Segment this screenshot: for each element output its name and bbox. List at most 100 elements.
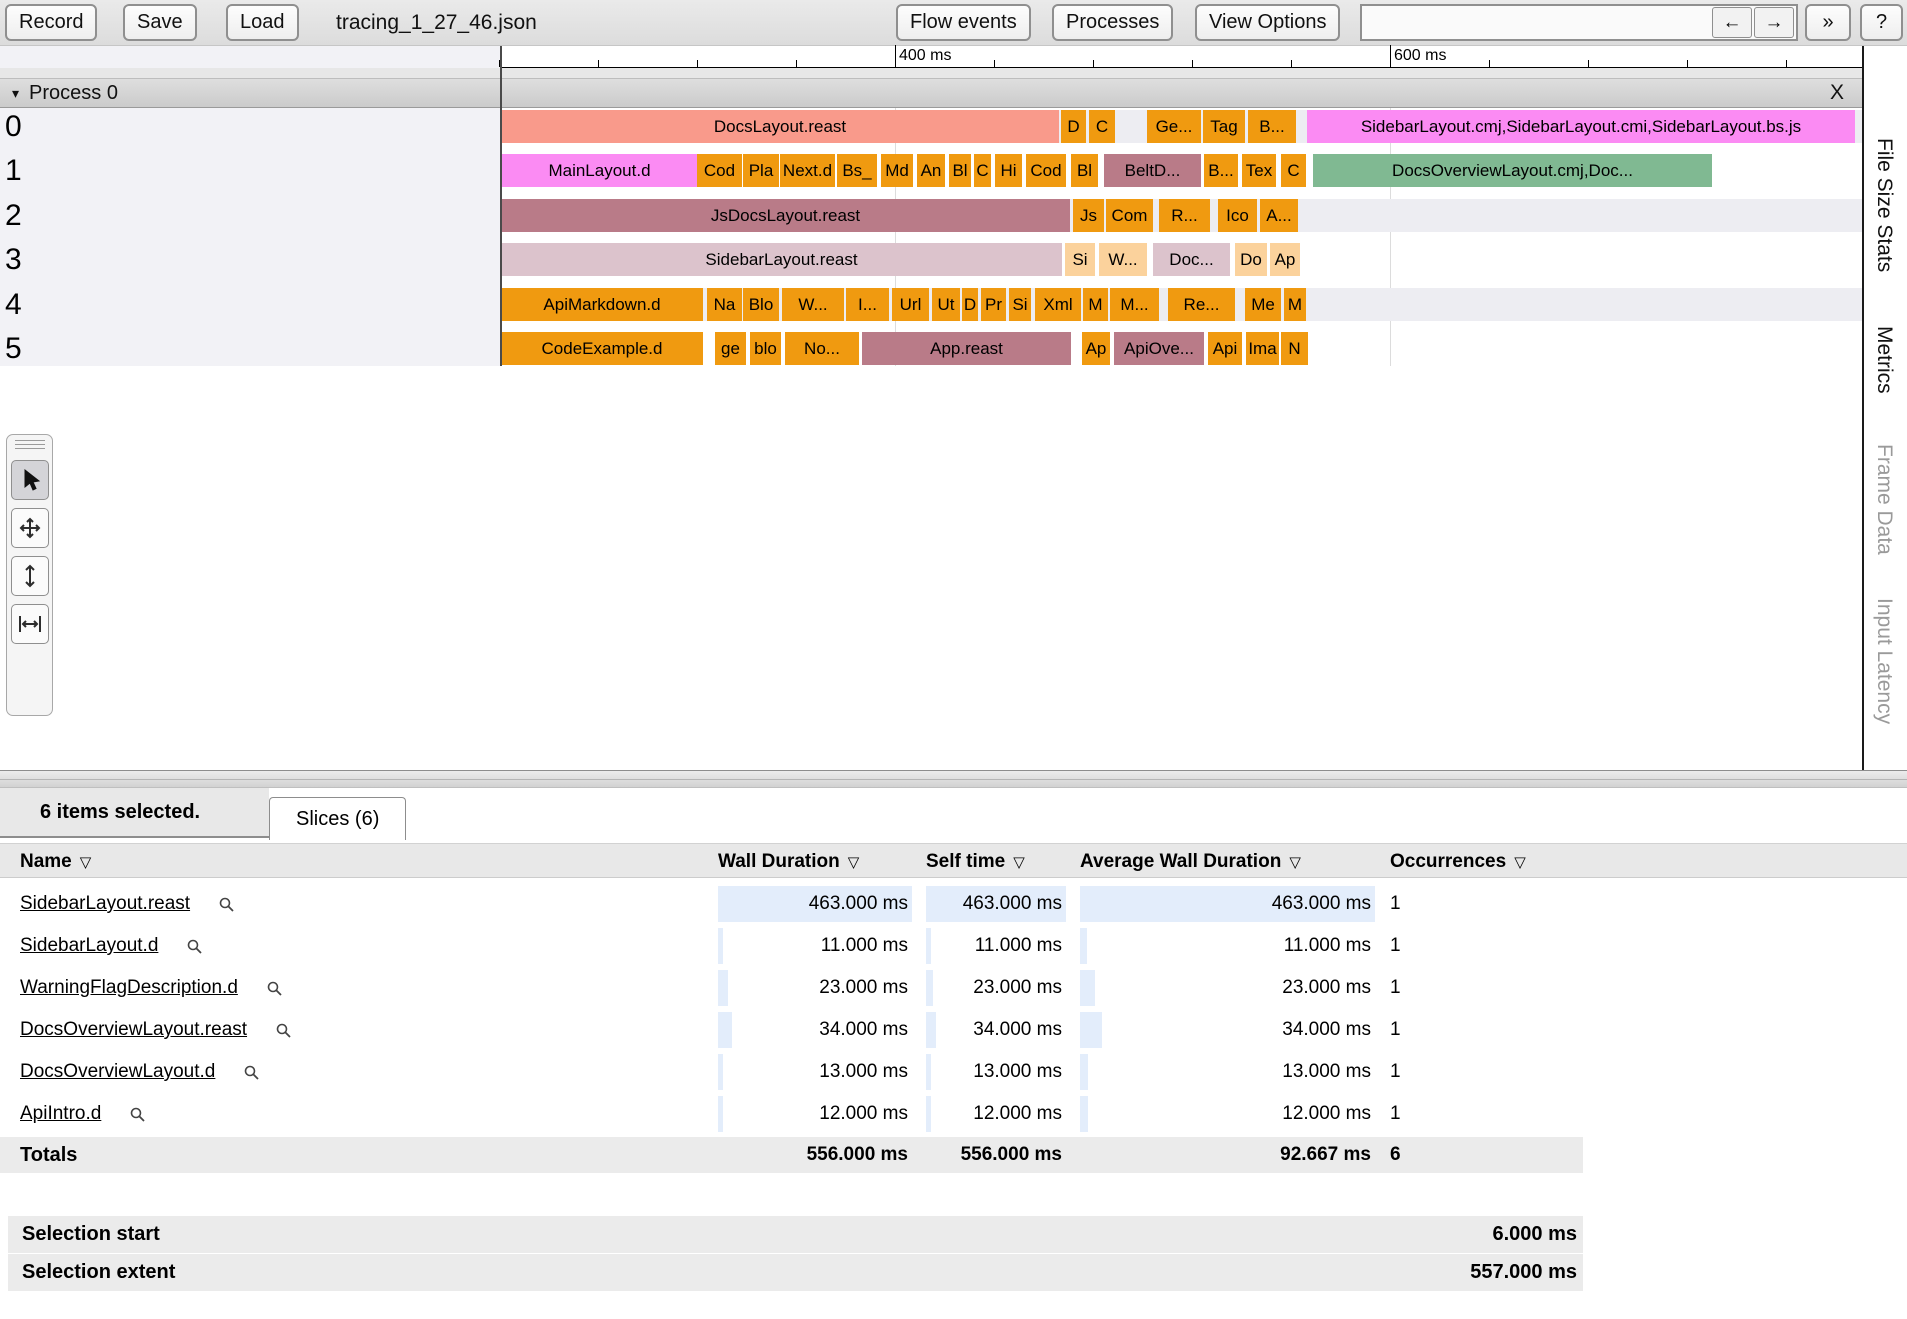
- trace-slice[interactable]: B...: [1204, 154, 1238, 187]
- column-header-self-time[interactable]: Self time▽: [926, 844, 1025, 879]
- trace-slice[interactable]: Md: [881, 154, 913, 187]
- trace-slice[interactable]: MainLayout.d: [502, 154, 697, 187]
- sidebar-tab-metrics[interactable]: Metrics: [1872, 326, 1896, 394]
- save-button[interactable]: Save: [123, 4, 197, 41]
- timing-tool-button[interactable]: [11, 604, 49, 644]
- trace-slice[interactable]: Bl: [949, 154, 971, 187]
- column-header-occurrences[interactable]: Occurrences▽: [1390, 844, 1526, 879]
- trace-slice[interactable]: blo: [750, 332, 781, 365]
- trace-slice[interactable]: W...: [1099, 243, 1147, 276]
- trace-slice[interactable]: Ge...: [1147, 110, 1201, 143]
- trace-slice[interactable]: Ap: [1270, 243, 1300, 276]
- sort-triangle-icon[interactable]: ▽: [1013, 854, 1025, 871]
- find-previous-button[interactable]: ←: [1712, 7, 1752, 38]
- trace-slice[interactable]: CodeExample.d: [501, 332, 703, 365]
- trace-slice[interactable]: Js: [1073, 199, 1104, 232]
- trace-slice[interactable]: Ima: [1246, 332, 1279, 365]
- trace-slice[interactable]: Tex: [1242, 154, 1276, 187]
- trace-slice[interactable]: Bl: [1071, 154, 1098, 187]
- trace-slice[interactable]: Api: [1208, 332, 1242, 365]
- trace-slice[interactable]: Tag: [1203, 110, 1245, 143]
- trace-slice[interactable]: Next.d: [780, 154, 835, 187]
- trace-slice[interactable]: Pr: [981, 288, 1006, 321]
- trace-slice[interactable]: I...: [846, 288, 889, 321]
- trace-slice[interactable]: App.reast: [862, 332, 1071, 365]
- trace-slice[interactable]: R...: [1159, 199, 1210, 232]
- find-slice-button[interactable]: [186, 938, 203, 955]
- record-button[interactable]: Record: [5, 4, 97, 41]
- trace-slice[interactable]: M: [1284, 288, 1306, 321]
- sort-triangle-icon[interactable]: ▽: [1289, 854, 1301, 871]
- slice-name-link[interactable]: SidebarLayout.reast: [20, 893, 190, 915]
- trace-slice[interactable]: Cod: [697, 154, 742, 187]
- tab-slices[interactable]: Slices (6): [269, 797, 406, 840]
- trace-slice[interactable]: C: [1089, 110, 1115, 143]
- trace-slice[interactable]: C: [1281, 154, 1306, 187]
- slice-name-link[interactable]: DocsOverviewLayout.d: [20, 1061, 215, 1083]
- overflow-menu-button[interactable]: »: [1805, 4, 1851, 41]
- sort-triangle-icon[interactable]: ▽: [1514, 854, 1526, 871]
- trace-slice[interactable]: Si: [1009, 288, 1031, 321]
- trace-slice[interactable]: Doc...: [1153, 243, 1230, 276]
- trace-slice[interactable]: Re...: [1168, 288, 1235, 321]
- zoom-tool-button[interactable]: [11, 556, 49, 596]
- trace-slice[interactable]: W...: [782, 288, 844, 321]
- find-slice-button[interactable]: [129, 1106, 146, 1123]
- trace-slice[interactable]: BeltD...: [1104, 154, 1201, 187]
- find-slice-button[interactable]: [218, 896, 235, 913]
- trace-slice[interactable]: No...: [785, 332, 859, 365]
- palette-grip-icon[interactable]: [15, 440, 45, 452]
- sidebar-tab-input-latency[interactable]: Input Latency: [1872, 598, 1896, 724]
- flow-events-button[interactable]: Flow events: [896, 4, 1031, 41]
- trace-slice[interactable]: Si: [1065, 243, 1095, 276]
- trace-slice[interactable]: D: [962, 288, 978, 321]
- trace-slice[interactable]: Bs_: [837, 154, 877, 187]
- trace-slice[interactable]: C: [974, 154, 991, 187]
- slice-name-link[interactable]: SidebarLayout.d: [20, 935, 158, 957]
- column-header-average-wall-duration[interactable]: Average Wall Duration▽: [1080, 844, 1301, 879]
- processes-button[interactable]: Processes: [1052, 4, 1173, 41]
- tool-palette[interactable]: [6, 434, 53, 716]
- find-next-button[interactable]: →: [1754, 7, 1794, 38]
- trace-slice[interactable]: JsDocsLayout.reast: [501, 199, 1070, 232]
- trace-slice[interactable]: Xml: [1035, 288, 1081, 321]
- trace-slice[interactable]: Pla: [743, 154, 779, 187]
- collapse-triangle-icon[interactable]: ▾: [12, 85, 19, 102]
- selection-tool-button[interactable]: [11, 460, 49, 500]
- trace-slice[interactable]: ApiOve...: [1114, 332, 1204, 365]
- trace-slice[interactable]: D: [1061, 110, 1086, 143]
- trace-slice[interactable]: Com: [1106, 199, 1153, 232]
- find-slice-button[interactable]: [275, 1022, 292, 1039]
- trace-slice[interactable]: DocsOverviewLayout.cmj,Doc...: [1313, 154, 1712, 187]
- trace-slice[interactable]: SidebarLayout.cmj,SidebarLayout.cmi,Side…: [1307, 110, 1855, 143]
- trace-slice[interactable]: Do: [1235, 243, 1267, 276]
- column-header-name[interactable]: Name▽: [20, 844, 91, 879]
- trace-slice[interactable]: Ut: [932, 288, 960, 321]
- trace-slice[interactable]: M...: [1110, 288, 1159, 321]
- trace-slice[interactable]: ApiMarkdown.d: [501, 288, 703, 321]
- slice-name-link[interactable]: ApiIntro.d: [20, 1103, 101, 1125]
- view-options-button[interactable]: View Options: [1195, 4, 1340, 41]
- trace-slice[interactable]: Ico: [1218, 199, 1257, 232]
- trace-slice[interactable]: B...: [1248, 110, 1296, 143]
- trace-slice[interactable]: Na: [707, 288, 742, 321]
- search-input[interactable]: [1362, 6, 1712, 39]
- trace-slice[interactable]: N: [1281, 332, 1308, 365]
- trace-slice[interactable]: SidebarLayout.reast: [501, 243, 1062, 276]
- sort-triangle-icon[interactable]: ▽: [848, 854, 860, 871]
- sidebar-tab-file-size-stats[interactable]: File Size Stats: [1872, 138, 1896, 272]
- panel-splitter[interactable]: [0, 770, 1907, 788]
- slice-name-link[interactable]: DocsOverviewLayout.reast: [20, 1019, 247, 1041]
- trace-slice[interactable]: Blo: [743, 288, 779, 321]
- find-slice-button[interactable]: [266, 980, 283, 997]
- trace-slice[interactable]: A...: [1260, 199, 1298, 232]
- sidebar-tab-frame-data[interactable]: Frame Data: [1872, 444, 1896, 555]
- trace-slice[interactable]: An: [917, 154, 945, 187]
- find-slice-button[interactable]: [243, 1064, 260, 1081]
- pan-tool-button[interactable]: [11, 508, 49, 548]
- timeline-ruler[interactable]: 400 ms600 ms: [500, 46, 1862, 68]
- trace-slice[interactable]: ge: [715, 332, 746, 365]
- help-button[interactable]: ?: [1860, 4, 1903, 41]
- close-process-button[interactable]: X: [1830, 81, 1844, 105]
- slice-name-link[interactable]: WarningFlagDescription.d: [20, 977, 238, 999]
